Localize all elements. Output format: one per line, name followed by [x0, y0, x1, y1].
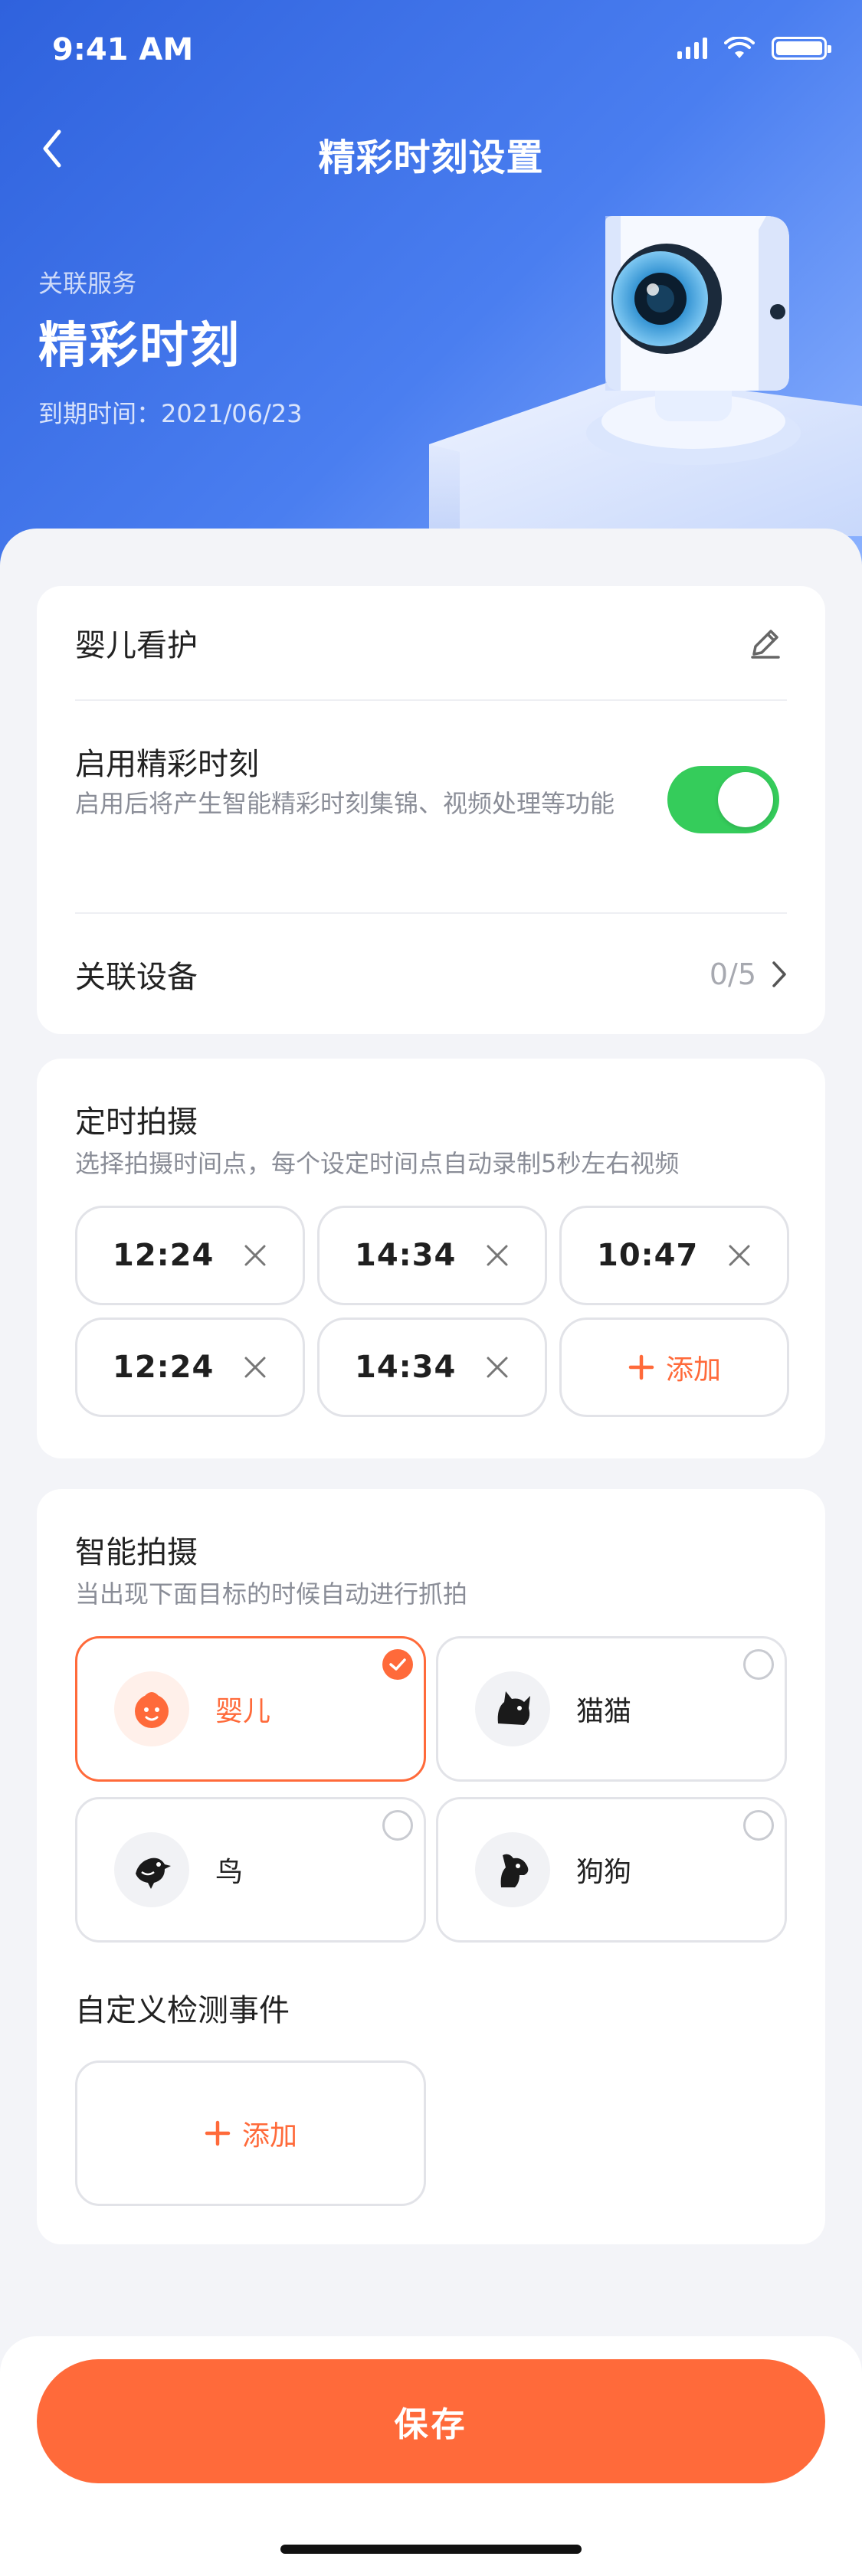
smart-title: 智能拍摄 — [75, 1535, 198, 1570]
target-icon-wrap — [114, 1832, 189, 1907]
linked-devices-row[interactable]: 关联设备 0/5 — [75, 914, 787, 1034]
linked-devices-label: 关联设备 — [75, 959, 198, 995]
scheduled-capture-card: 定时拍摄 选择拍摄时间点，每个设定时间点自动录制5秒左右视频 12:24 14:… — [37, 1059, 825, 1458]
plus-icon — [205, 2120, 231, 2146]
add-custom-event-button[interactable]: 添加 — [75, 2060, 426, 2206]
target-option-dog[interactable]: 狗狗 — [436, 1797, 787, 1943]
bottom-action-bar: 保存 — [0, 2336, 862, 2576]
target-icon-wrap — [475, 1832, 550, 1907]
close-icon[interactable] — [483, 1242, 511, 1269]
chevron-right-icon — [772, 961, 786, 987]
cat-icon — [497, 1691, 530, 1725]
target-icon-wrap — [114, 1671, 189, 1746]
dog-icon — [500, 1854, 529, 1887]
cellular-signal-icon — [677, 38, 707, 59]
enable-highlight-row: 启用精彩时刻 启用后将产生智能精彩时刻集锦、视频处理等功能 — [75, 701, 787, 914]
add-time-button[interactable]: 添加 — [559, 1317, 789, 1417]
target-label: 猫猫 — [576, 1696, 632, 1727]
smart-description: 当出现下面目标的时候自动进行抓拍 — [75, 1579, 468, 1609]
close-icon[interactable] — [241, 1242, 269, 1269]
add-custom-event-label: 添加 — [241, 2120, 297, 2152]
service-settings-card: 婴儿看护 启用精彩时刻 启用后将产生智能精彩时刻集锦、视频处理等功能 关联设备 … — [37, 586, 825, 1034]
time-value: 12:24 — [113, 1238, 215, 1273]
smart-capture-card: 智能拍摄 当出现下面目标的时候自动进行抓拍 婴儿 猫猫 鸟 狗狗 自定义检测事件… — [37, 1489, 825, 2244]
save-button[interactable]: 保存 — [37, 2359, 825, 2483]
target-label: 婴儿 — [215, 1696, 271, 1727]
battery-icon — [772, 37, 831, 60]
add-time-label: 添加 — [665, 1354, 721, 1386]
main-content: 婴儿看护 启用精彩时刻 启用后将产生智能精彩时刻集锦、视频处理等功能 关联设备 … — [0, 529, 862, 2576]
status-icons — [677, 37, 831, 60]
target-option-bird[interactable]: 鸟 — [75, 1797, 426, 1943]
time-value: 14:34 — [355, 1238, 457, 1273]
time-value: 12:24 — [113, 1350, 215, 1385]
time-chip: 14:34 — [317, 1317, 547, 1417]
plus-icon — [628, 1354, 654, 1380]
time-chip: 14:34 — [317, 1206, 547, 1305]
schedule-title: 定时拍摄 — [75, 1105, 198, 1140]
unselected-radio-icon — [743, 1649, 774, 1680]
schedule-description: 选择拍摄时间点，每个设定时间点自动录制5秒左右视频 — [75, 1149, 680, 1178]
target-label: 狗狗 — [576, 1857, 632, 1888]
hero-label: 关联服务 — [38, 269, 137, 298]
time-value: 10:47 — [597, 1238, 699, 1273]
close-icon[interactable] — [483, 1353, 511, 1381]
edit-button[interactable] — [744, 621, 787, 664]
wifi-icon — [724, 37, 755, 58]
close-icon[interactable] — [726, 1242, 753, 1269]
page-title: 精彩时刻设置 — [318, 136, 544, 179]
time-value: 14:34 — [355, 1350, 457, 1385]
target-label: 鸟 — [215, 1857, 244, 1888]
unselected-radio-icon — [743, 1810, 774, 1841]
navigation-bar: 精彩时刻设置 — [0, 115, 862, 184]
expire-date: 到期时间：2021/06/23 — [38, 399, 303, 428]
enable-toggle[interactable] — [667, 766, 779, 833]
enable-title: 启用精彩时刻 — [75, 747, 259, 782]
service-name: 婴儿看护 — [75, 628, 198, 663]
selected-check-icon — [382, 1649, 413, 1680]
service-name-row: 婴儿看护 — [75, 586, 787, 701]
unselected-radio-icon — [382, 1810, 413, 1841]
status-bar: 9:41 AM — [0, 0, 862, 100]
linked-devices-value: 0/5 — [710, 957, 787, 991]
pencil-icon — [751, 630, 780, 659]
close-icon[interactable] — [241, 1353, 269, 1381]
target-icon-wrap — [475, 1671, 550, 1746]
hero-title: 精彩时刻 — [38, 318, 241, 375]
camera-illustration — [429, 216, 862, 536]
enable-description: 启用后将产生智能精彩时刻集锦、视频处理等功能 — [75, 789, 615, 818]
target-option-cat[interactable]: 猫猫 — [436, 1636, 787, 1782]
status-time: 9:41 AM — [52, 32, 194, 67]
home-indicator — [280, 2545, 582, 2554]
bird-icon — [136, 1858, 171, 1889]
device-count: 0/5 — [709, 957, 756, 991]
time-chip: 12:24 — [75, 1317, 305, 1417]
time-chip: 10:47 — [559, 1206, 789, 1305]
target-option-baby[interactable]: 婴儿 — [75, 1636, 426, 1782]
time-chip: 12:24 — [75, 1206, 305, 1305]
baby-icon — [135, 1692, 169, 1728]
toggle-knob — [718, 772, 773, 827]
custom-event-title: 自定义检测事件 — [75, 1993, 290, 2028]
